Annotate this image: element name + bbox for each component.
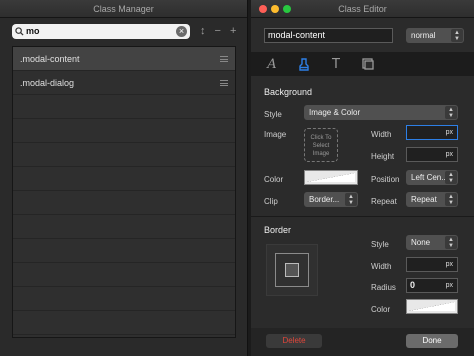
bg-position-label: Position bbox=[371, 175, 400, 184]
px-unit: px bbox=[445, 151, 453, 158]
bg-style-label: Style bbox=[264, 110, 282, 119]
section-divider bbox=[251, 216, 474, 217]
bg-height-label: Height bbox=[371, 152, 395, 161]
done-button[interactable]: Done bbox=[406, 334, 458, 348]
clear-search-icon[interactable]: × bbox=[176, 25, 187, 37]
sort-icon[interactable]: ↕ bbox=[200, 25, 206, 37]
border-center-icon bbox=[285, 263, 299, 277]
border-color-label: Color bbox=[371, 305, 391, 314]
class-list: .modal-content .modal-dialog bbox=[12, 46, 236, 338]
bg-width-label: Width bbox=[371, 130, 392, 139]
layout-tab-icon[interactable] bbox=[357, 53, 379, 75]
text-tab-icon[interactable]: T bbox=[325, 53, 347, 75]
border-radius-input[interactable]: 0 px bbox=[406, 278, 458, 293]
border-heading: Border bbox=[264, 225, 292, 235]
bg-image-label: Image bbox=[264, 130, 287, 139]
bg-position-select[interactable]: Left Cen... ▲ ▼ bbox=[406, 170, 458, 185]
select-arrows-icon: ▲ ▼ bbox=[445, 171, 457, 184]
class-list-item[interactable]: .modal-dialog bbox=[13, 71, 235, 95]
border-width-label: Width bbox=[371, 262, 392, 271]
delete-label: Delete bbox=[282, 336, 306, 345]
class-label: .modal-content bbox=[20, 54, 80, 64]
typography-tab-icon[interactable]: A bbox=[261, 53, 283, 75]
editor-tabs: A T bbox=[251, 52, 474, 76]
border-radius-label: Radius bbox=[371, 283, 396, 292]
class-manager-window: Class Manager × ↕ − + .modal-content .mo… bbox=[0, 0, 248, 356]
bg-clip-label: Clip bbox=[264, 197, 278, 206]
done-label: Done bbox=[422, 336, 442, 345]
bg-height-input[interactable]: px bbox=[406, 147, 458, 162]
bg-clip-select[interactable]: Border... ▲ ▼ bbox=[304, 192, 358, 207]
border-color-well[interactable] bbox=[406, 299, 458, 314]
minimize-window-button[interactable] bbox=[271, 5, 279, 13]
class-editor-window: Class Editor normal ▲▼ A T Background St… bbox=[251, 0, 474, 356]
class-list-item[interactable]: .modal-content bbox=[13, 47, 235, 71]
select-image-button[interactable]: Click To Select Image bbox=[304, 128, 338, 162]
drag-handle-icon[interactable] bbox=[220, 80, 228, 86]
border-width-input[interactable]: px bbox=[406, 257, 458, 272]
select-arrows-icon: ▲ ▼ bbox=[345, 193, 357, 206]
class-editor-titlebar: Class Editor bbox=[251, 0, 474, 18]
select-arrows-icon: ▲ ▼ bbox=[445, 106, 457, 119]
bg-width-input[interactable]: px bbox=[406, 125, 458, 140]
background-heading: Background bbox=[264, 87, 313, 97]
state-select[interactable]: normal ▲ ▼ bbox=[406, 27, 464, 43]
paint-tab-icon[interactable] bbox=[293, 53, 315, 75]
border-outline-icon bbox=[275, 253, 309, 287]
zoom-window-button[interactable] bbox=[283, 5, 291, 13]
px-unit: px bbox=[445, 129, 453, 136]
close-window-button[interactable] bbox=[259, 5, 267, 13]
add-class-button[interactable]: + bbox=[230, 25, 236, 37]
bg-style-select[interactable]: Image & Color ▲ ▼ bbox=[304, 105, 458, 120]
bg-repeat-select[interactable]: Repeat ▲ ▼ bbox=[406, 192, 458, 207]
select-arrows-icon: ▲ ▼ bbox=[445, 236, 457, 249]
bg-repeat-value: Repeat bbox=[411, 195, 437, 204]
border-side-selector[interactable] bbox=[266, 244, 318, 296]
bg-position-value: Left Cen... bbox=[411, 173, 448, 182]
search-icon bbox=[15, 26, 24, 36]
bg-clip-value: Border... bbox=[309, 195, 340, 204]
px-unit: px bbox=[445, 282, 453, 289]
bg-color-label: Color bbox=[264, 175, 284, 184]
class-label: .modal-dialog bbox=[20, 78, 75, 88]
class-manager-title: Class Manager bbox=[93, 4, 154, 14]
border-style-value: None bbox=[411, 238, 431, 247]
state-value: normal bbox=[411, 30, 436, 40]
select-arrows-icon: ▲ ▼ bbox=[445, 193, 457, 206]
select-arrows-icon: ▲ ▼ bbox=[451, 28, 463, 42]
drag-handle-icon[interactable] bbox=[220, 56, 228, 62]
border-style-label: Style bbox=[371, 240, 389, 249]
remove-class-button[interactable]: − bbox=[215, 25, 221, 37]
bg-style-value: Image & Color bbox=[309, 108, 361, 117]
delete-button[interactable]: Delete bbox=[266, 334, 322, 348]
border-radius-value: 0 bbox=[410, 280, 416, 290]
class-manager-titlebar: Class Manager bbox=[0, 0, 247, 18]
px-unit: px bbox=[445, 261, 453, 268]
search-field[interactable]: × bbox=[12, 23, 190, 39]
editor-footer: Delete Done bbox=[251, 328, 474, 356]
border-style-select[interactable]: None ▲ ▼ bbox=[406, 235, 458, 250]
search-input[interactable] bbox=[26, 26, 176, 36]
image-placeholder-text: Click To Select Image bbox=[310, 135, 332, 157]
bg-color-well[interactable] bbox=[304, 170, 358, 185]
class-editor-title: Class Editor bbox=[338, 4, 387, 14]
bg-repeat-label: Repeat bbox=[371, 197, 397, 206]
class-name-field[interactable] bbox=[264, 27, 393, 43]
